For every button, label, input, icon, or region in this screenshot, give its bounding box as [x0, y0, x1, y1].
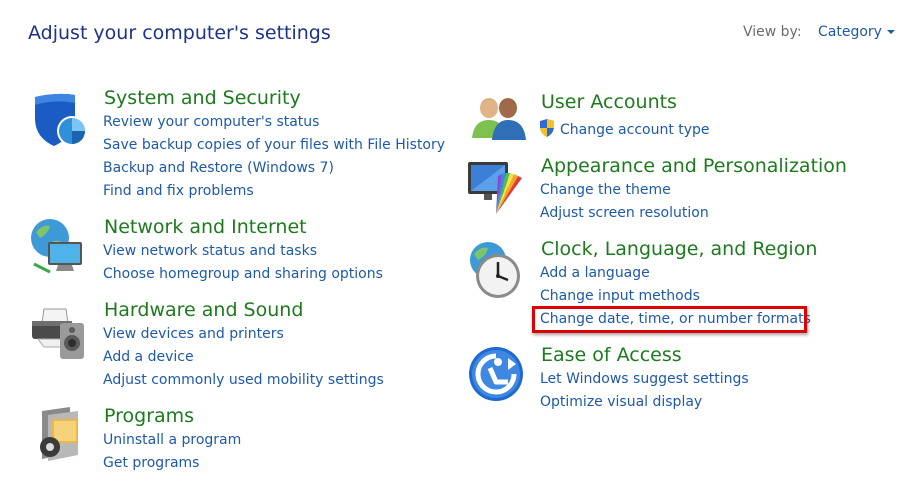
printer-speaker-icon[interactable] [30, 303, 88, 365]
link-homegroup-sharing[interactable]: Choose homegroup and sharing options [103, 263, 383, 286]
link-review-status[interactable]: Review your computer's status [103, 111, 445, 134]
link-suggest-settings[interactable]: Let Windows suggest settings [540, 368, 749, 391]
link-screen-resolution[interactable]: Adjust screen resolution [540, 202, 709, 225]
users-icon[interactable] [470, 94, 528, 144]
link-add-device[interactable]: Add a device [103, 346, 384, 369]
ease-of-access-icon[interactable] [468, 346, 524, 406]
link-input-methods[interactable]: Change input methods [540, 285, 811, 308]
link-change-account-type[interactable]: Change account type [539, 119, 710, 142]
programs-box-icon[interactable] [36, 405, 86, 467]
network-globe-icon[interactable] [28, 216, 88, 280]
link-add-language[interactable]: Add a language [540, 262, 811, 285]
link-date-time-number-formats[interactable]: Change date, time, or number formats [540, 308, 811, 331]
view-by-dropdown[interactable]: Category [818, 24, 895, 40]
page-title: Adjust your computer's settings [28, 22, 331, 44]
link-network-status[interactable]: View network status and tasks [103, 240, 383, 263]
link-label-change-account-type[interactable]: Change account type [560, 122, 710, 138]
category-title-programs[interactable]: Programs [104, 405, 194, 427]
link-optimize-visual-display[interactable]: Optimize visual display [540, 391, 749, 414]
shield-icon[interactable] [30, 90, 88, 152]
link-find-fix-problems[interactable]: Find and fix problems [103, 180, 445, 203]
link-devices-printers[interactable]: View devices and printers [103, 323, 384, 346]
chevron-down-icon[interactable] [886, 30, 895, 34]
link-get-programs[interactable]: Get programs [103, 452, 241, 475]
uac-shield-icon [540, 119, 554, 137]
category-title-appearance[interactable]: Appearance and Personalization [541, 155, 847, 177]
link-file-history[interactable]: Save backup copies of your files with Fi… [103, 134, 445, 157]
link-change-theme[interactable]: Change the theme [540, 179, 709, 202]
link-mobility-settings[interactable]: Adjust commonly used mobility settings [103, 369, 384, 392]
category-title-user-accounts[interactable]: User Accounts [541, 91, 677, 113]
monitor-color-icon[interactable] [466, 156, 526, 220]
category-title-ease-of-access[interactable]: Ease of Access [541, 344, 682, 366]
view-by-value[interactable]: Category [818, 24, 882, 40]
clock-globe-icon[interactable] [466, 240, 526, 304]
view-by-label: View by: [743, 24, 802, 40]
category-title-hardware-sound[interactable]: Hardware and Sound [104, 299, 303, 321]
category-title-network-internet[interactable]: Network and Internet [104, 216, 307, 238]
link-backup-restore[interactable]: Backup and Restore (Windows 7) [103, 157, 445, 180]
category-title-clock-language-region[interactable]: Clock, Language, and Region [541, 238, 817, 260]
link-uninstall-program[interactable]: Uninstall a program [103, 429, 241, 452]
category-title-system-security[interactable]: System and Security [104, 87, 301, 109]
view-by: View by: Category [743, 24, 895, 40]
